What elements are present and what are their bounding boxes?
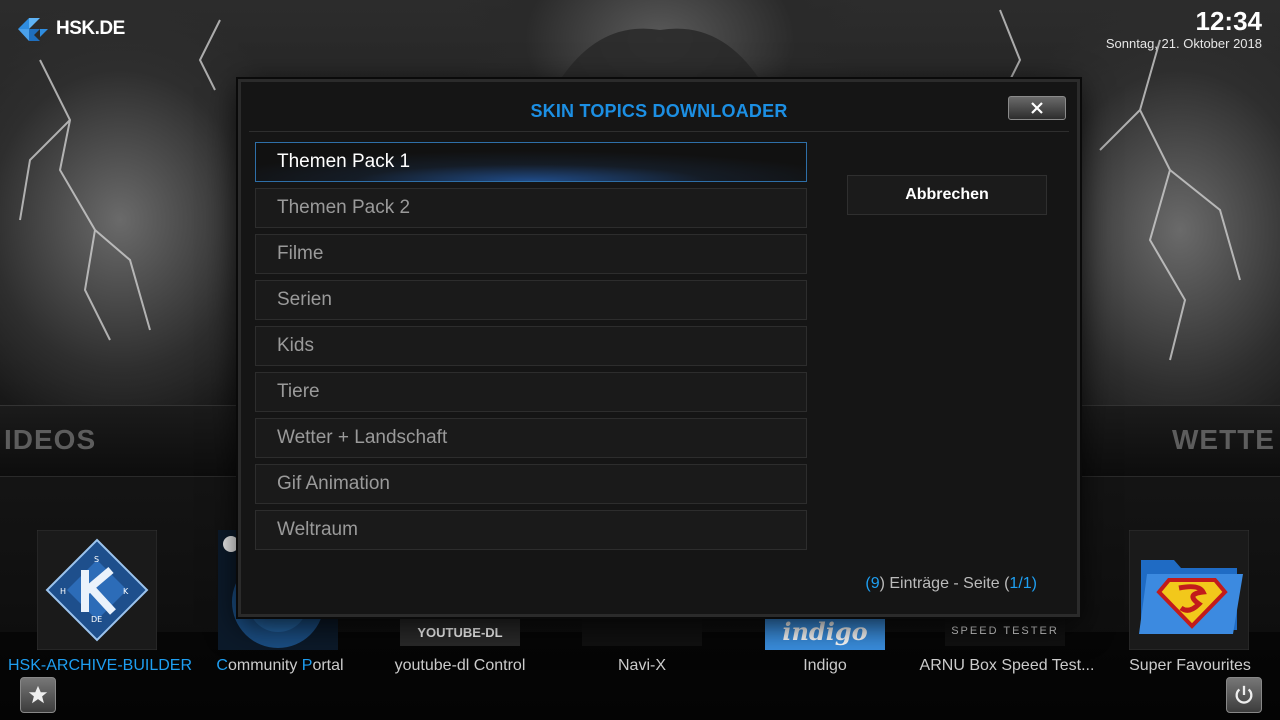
power-icon — [1235, 685, 1253, 704]
page-indicator: 1/1 — [1009, 575, 1032, 592]
topics-list: Themen Pack 1 Themen Pack 2 Filme Serien… — [255, 142, 807, 556]
list-item-kids[interactable]: Kids — [255, 326, 807, 366]
clock-date: Sonntag, 21. Oktober 2018 — [1105, 36, 1262, 51]
portal-label-p: P — [301, 657, 313, 674]
addon-tile-hsk-archive-builder[interactable]: S H K DE — [36, 529, 158, 651]
category-label-right: WETTE — [1172, 424, 1275, 455]
kodi-logo-icon — [18, 18, 48, 41]
indigo-tile-text: indigo — [765, 612, 885, 650]
dialog-header: SKIN TOPICS DOWNLOADER — [249, 90, 1069, 132]
clock: 12:34 Sonntag, 21. Oktober 2018 — [1106, 6, 1262, 51]
count-close-paren: ) — [1031, 575, 1037, 592]
addon-label-hsk-archive-builder: HSK-ARCHIVE-BUILDER — [8, 657, 193, 674]
svg-text:H: H — [60, 587, 66, 596]
count-middle-text: ) Einträge - Seite ( — [879, 575, 1010, 592]
svg-text:DE: DE — [91, 615, 102, 624]
youtube-dl-tile-text: YOUTUBE-DL — [400, 618, 520, 646]
svg-text:K: K — [123, 587, 129, 596]
list-item-gif-animation[interactable]: Gif Animation — [255, 464, 807, 504]
item-count-footer: (9) Einträge - Seite (1/1) — [241, 575, 1037, 593]
logo-text: HSK.DE — [56, 18, 125, 39]
addon-label-arnu-speed-test: ARNU Box Speed Test... — [919, 657, 1095, 674]
addon-label-super-favourites: Super Favourites — [1129, 657, 1251, 674]
favourites-button[interactable] — [20, 677, 56, 713]
item-count-number: 9 — [870, 575, 880, 592]
dialog-title: SKIN TOPICS DOWNLOADER — [530, 101, 788, 121]
addon-label-indigo: Indigo — [803, 657, 847, 674]
clock-time: 12:34 — [1195, 6, 1263, 36]
addon-label-community-portal: Community Portal — [200, 657, 360, 675]
addon-label-youtube-dl: youtube-dl Control — [394, 657, 526, 674]
addon-tile-super-favourites[interactable] — [1128, 529, 1250, 651]
navi-x-tile-art — [582, 618, 702, 646]
speed-tester-tile-text: SPEED TESTER — [945, 616, 1065, 646]
close-icon — [1031, 102, 1043, 114]
app-logo: HSK.DE — [14, 14, 125, 44]
close-button[interactable] — [1008, 96, 1066, 120]
star-icon — [28, 685, 48, 704]
list-item-themen-pack-2[interactable]: Themen Pack 2 — [255, 188, 807, 228]
skin-topics-dialog: SKIN TOPICS DOWNLOADER Themen Pack 1 The… — [238, 79, 1080, 617]
addon-label-navi-x: Navi-X — [617, 657, 666, 674]
list-item-serien[interactable]: Serien — [255, 280, 807, 320]
list-item-tiere[interactable]: Tiere — [255, 372, 807, 412]
community-label-rest: ommunity — [227, 657, 302, 674]
category-label-left: IDEOS — [4, 424, 97, 455]
hsk-diamond-icon: S H K DE — [36, 529, 158, 651]
superman-folder-icon — [1128, 529, 1250, 651]
power-button[interactable] — [1226, 677, 1262, 713]
list-item-wetter-landschaft[interactable]: Wetter + Landschaft — [255, 418, 807, 458]
list-item-weltraum[interactable]: Weltraum — [255, 510, 807, 550]
svg-text:S: S — [94, 555, 99, 564]
portal-label-rest: ortal — [312, 657, 344, 674]
community-label-c: C — [216, 657, 228, 674]
list-item-themen-pack-1[interactable]: Themen Pack 1 — [255, 142, 807, 182]
list-item-filme[interactable]: Filme — [255, 234, 807, 274]
cancel-button[interactable]: Abbrechen — [847, 175, 1047, 215]
